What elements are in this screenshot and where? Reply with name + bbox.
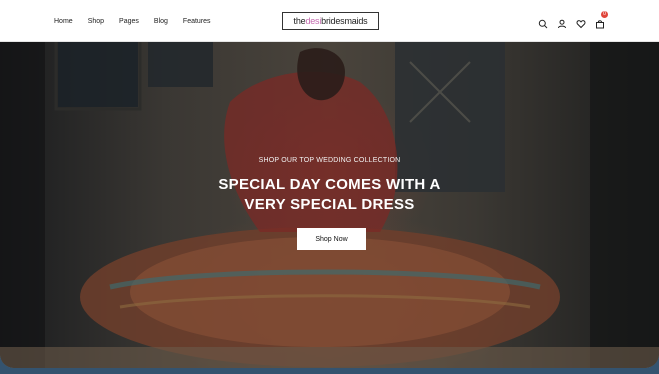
cart-count-badge: 0 [601, 11, 608, 18]
hero-headline-line2: VERY SPECIAL DRESS [244, 196, 415, 213]
site-header: Home Shop Pages Blog Features the desi bri… [0, 0, 659, 42]
device-frame: Home Shop Pages Blog Features the desi bri… [0, 0, 659, 374]
heart-icon[interactable] [576, 16, 586, 29]
hero-headline-line1: SPECIAL DAY COMES WITH A [218, 176, 441, 193]
nav-item-features[interactable]: Features [183, 18, 211, 25]
hero-banner: SHOP OUR TOP WEDDING COLLECTION SPECIAL … [0, 42, 659, 368]
hero-eyebrow: SHOP OUR TOP WEDDING COLLECTION [258, 157, 401, 164]
search-icon[interactable] [538, 16, 548, 29]
site-logo[interactable]: the desi bridesmaids [282, 12, 379, 30]
logo-text-the: the [293, 16, 306, 26]
nav-item-home[interactable]: Home [54, 18, 73, 25]
cart-icon[interactable]: 0 [595, 11, 608, 29]
nav-item-pages[interactable]: Pages [119, 18, 139, 25]
browser-viewport: Home Shop Pages Blog Features the desi bri… [0, 0, 659, 368]
nav-item-shop[interactable]: Shop [88, 18, 104, 25]
shop-now-button[interactable]: Shop Now [297, 228, 366, 250]
logo-text-bridesmaids: bridesmaids [321, 16, 368, 26]
nav-item-blog[interactable]: Blog [154, 18, 168, 25]
user-icon[interactable] [557, 16, 567, 29]
header-icons: 0 [538, 11, 608, 30]
logo-text-desi: desi [305, 16, 322, 26]
main-nav: Home Shop Pages Blog Features [54, 0, 226, 42]
